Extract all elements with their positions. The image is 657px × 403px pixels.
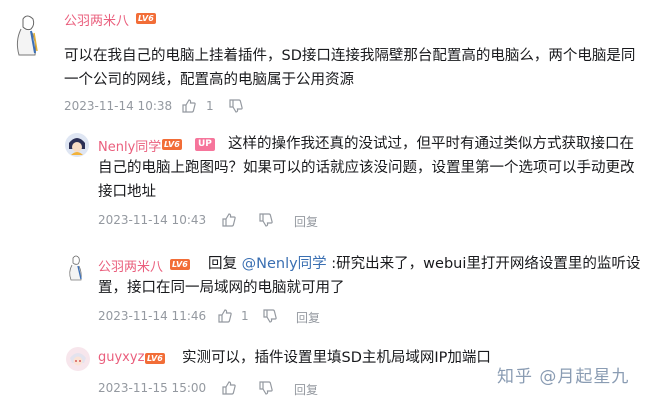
comment-body: :研究出来了，webui里打开网络设置里的监听设置，接口在同一局域网的电脑就可用… bbox=[98, 256, 641, 296]
avatar[interactable] bbox=[9, 9, 45, 57]
comment-2: Nenly同学 LV6 UP 这样的操作我还真的没试过，但平时有通过类似方式获取… bbox=[0, 125, 657, 235]
reply-button[interactable]: 回复 bbox=[294, 381, 318, 398]
avatar[interactable] bbox=[66, 347, 90, 371]
timestamp: 2023-11-14 10:38 bbox=[64, 99, 173, 113]
thumbs-down-icon[interactable] bbox=[258, 212, 274, 228]
comment-meta: 2023-11-14 10:38 1 bbox=[64, 99, 264, 115]
username[interactable]: 公羽两米八 bbox=[64, 10, 129, 29]
comment-meta: 2023-11-14 11:46 1 回复 bbox=[98, 309, 358, 325]
reply-button[interactable]: 回复 bbox=[296, 309, 320, 326]
thumbs-up-icon[interactable] bbox=[221, 380, 237, 396]
comment-3: 公羽两米八 LV6 回复 @Nenly同学 :研究出来了，webui里打开网络设… bbox=[0, 247, 657, 337]
avatar-character-icon bbox=[66, 347, 90, 371]
avatar-sketch-icon bbox=[16, 15, 38, 56]
comment-text: 实测可以，插件设置里填SD主机局域网IP加端口 bbox=[182, 350, 491, 366]
level-badge: LV6 bbox=[145, 353, 165, 364]
comment-meta: 2023-11-14 10:43 回复 bbox=[98, 213, 358, 229]
reply-button[interactable]: 回复 bbox=[294, 213, 318, 230]
comment-meta: 2023-11-15 15:00 回复 bbox=[98, 381, 358, 397]
comment-text: 回复 @Nenly同学 :研究出来了，webui里打开网络设置里的监听设置，接口… bbox=[98, 252, 646, 300]
avatar-sketch-icon bbox=[69, 255, 82, 281]
thumbs-down-icon[interactable] bbox=[262, 308, 278, 324]
timestamp: 2023-11-14 10:43 bbox=[98, 213, 207, 227]
reply-prefix: 回复 bbox=[208, 256, 242, 272]
thumbs-up-icon[interactable] bbox=[181, 98, 197, 114]
thumbs-down-icon[interactable] bbox=[228, 98, 244, 114]
thumbs-down-icon[interactable] bbox=[258, 380, 274, 396]
avatar-character-icon bbox=[65, 133, 89, 157]
like-count: 1 bbox=[206, 99, 214, 113]
comment-text: 这样的操作我还真的没试过，但平时有通过类似方式获取接口在自己的电脑上跑图吗？如果… bbox=[98, 132, 646, 204]
comment-body: 这样的操作我还真的没试过，但平时有通过类似方式获取接口在自己的电脑上跑图吗？如果… bbox=[98, 136, 635, 200]
mention-link[interactable]: @Nenly同学 bbox=[242, 256, 327, 272]
avatar[interactable] bbox=[65, 133, 89, 157]
watermark: 知乎 @月起星九 bbox=[497, 367, 630, 387]
thumbs-up-icon[interactable] bbox=[221, 212, 237, 228]
thumbs-up-icon[interactable] bbox=[217, 308, 233, 324]
level-badge: LV6 bbox=[136, 13, 156, 24]
timestamp: 2023-11-15 15:00 bbox=[98, 381, 207, 395]
comment-1: 公羽两米八 LV6 可以在我自己的电脑上挂着插件，SD接口连接我隔壁那台配置高的… bbox=[0, 0, 657, 120]
avatar[interactable] bbox=[65, 253, 87, 281]
comment-text: 可以在我自己的电脑上挂着插件，SD接口连接我隔壁那台配置高的电脑么，两个电脑是同… bbox=[64, 48, 636, 88]
like-count: 1 bbox=[241, 309, 249, 323]
timestamp: 2023-11-14 11:46 bbox=[98, 309, 207, 323]
username[interactable]: guyxyz bbox=[98, 350, 144, 365]
